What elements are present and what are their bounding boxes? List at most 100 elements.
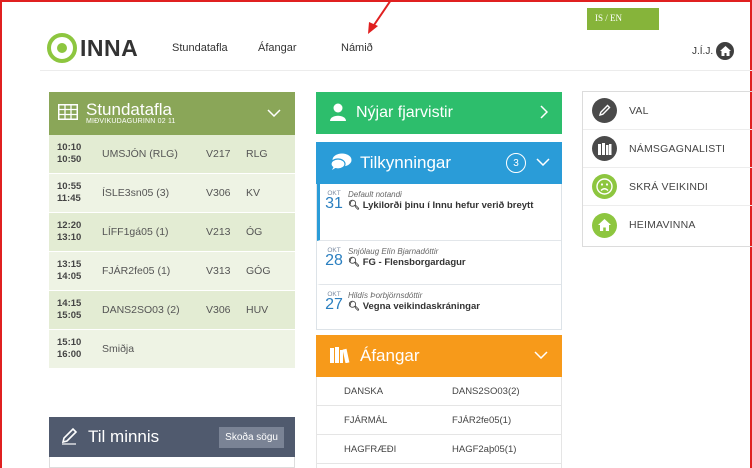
teacher: RLG bbox=[246, 148, 268, 160]
announcement-item[interactable]: OKT 28 Snjólaug Elín Bjarnadóttir 🔍︎ FG -… bbox=[317, 241, 561, 285]
schedule-row[interactable]: 10:10 10:50 UMSJÓN (RLG) V217 RLG bbox=[49, 135, 295, 174]
end-time: 14:05 bbox=[57, 271, 82, 282]
start-time: 14:15 bbox=[57, 298, 82, 309]
inna-logo[interactable]: INNA bbox=[47, 33, 138, 63]
reminder-body[interactable] bbox=[49, 457, 295, 468]
quick-link-label: NÁMSGAGNALISTI bbox=[629, 142, 726, 155]
nav-namid[interactable]: Námið bbox=[341, 42, 373, 54]
end-time: 13:10 bbox=[57, 232, 82, 243]
chevron-down-icon[interactable] bbox=[536, 157, 550, 169]
reminder-title: Til minnis bbox=[88, 427, 160, 446]
announcement-author: Default notandi bbox=[348, 190, 402, 199]
schedule-date: MIÐVIKUDAGURINN 02 11 bbox=[86, 118, 176, 125]
chevron-down-icon[interactable] bbox=[267, 108, 281, 120]
announcement-author: Hildís Þorbjörnsdóttir bbox=[348, 291, 423, 300]
announcement-item[interactable]: OKT 31 Default notandi 🔍︎ Lykilorði þinu … bbox=[317, 184, 561, 241]
quick-link-namsgagnalisti[interactable]: NÁMSGAGNALISTI bbox=[583, 130, 752, 168]
quick-link-label: HEIMAVINNA bbox=[629, 219, 696, 231]
course-name: LÍFF1gá05 (1) bbox=[102, 226, 169, 238]
schedule-row[interactable]: 13:15 14:05 FJÁR2fe05 (1) V313 GÓG bbox=[49, 252, 295, 291]
home-icon bbox=[592, 212, 617, 238]
view-history-button[interactable]: Skoða sögu bbox=[219, 426, 284, 448]
start-time: 13:15 bbox=[57, 259, 82, 270]
course-name: FJÁR2fe05 (1) bbox=[102, 265, 171, 277]
absence-title: Nýjar fjarvistir bbox=[356, 104, 453, 121]
room: V306 bbox=[206, 187, 231, 199]
announcements-title: Tilkynningar bbox=[360, 153, 452, 172]
nav-afangar[interactable]: Áfangar bbox=[258, 42, 297, 54]
course-name: DANS2SO03 (2) bbox=[102, 304, 180, 316]
home-icon[interactable] bbox=[716, 42, 735, 60]
user-menu[interactable]: J.Í.J. bbox=[692, 42, 735, 60]
books-icon bbox=[330, 346, 350, 366]
schedule-panel: Stundatafla MIÐVIKUDAGURINN 02 11 10:10 1… bbox=[49, 92, 295, 408]
search-icon: 🔍︎ bbox=[348, 301, 361, 312]
end-time: 16:00 bbox=[57, 349, 82, 360]
schedule-header[interactable]: Stundatafla MIÐVIKUDAGURINN 02 11 bbox=[49, 92, 295, 135]
course-subject: DANSKA bbox=[344, 385, 384, 397]
logo-text: INNA bbox=[80, 34, 139, 61]
person-icon bbox=[330, 103, 346, 124]
quick-link-label: VAL bbox=[629, 104, 649, 117]
start-time: 15:10 bbox=[57, 337, 82, 348]
quick-link-label: SKRÁ VEIKINDI bbox=[629, 180, 709, 193]
language-toggle[interactable]: IS / EN bbox=[587, 8, 659, 30]
room: V213 bbox=[206, 226, 231, 238]
announcements-count-badge: 3 bbox=[506, 153, 526, 173]
schedule-row[interactable]: 10:55 11:45 ÍSLE3sn05 (3) V306 KV bbox=[49, 174, 295, 213]
course-row[interactable]: DANSKA DANS2SO03(2) bbox=[317, 377, 561, 406]
course-subject: FJÁRMÁL bbox=[344, 414, 388, 426]
course-code: HAGF2aþ05(1) bbox=[452, 443, 517, 455]
teacher: KV bbox=[246, 187, 261, 199]
room: V306 bbox=[206, 304, 231, 316]
announcement-day: 31 bbox=[325, 195, 343, 212]
start-time: 10:10 bbox=[57, 142, 82, 153]
books-icon bbox=[592, 136, 617, 161]
course-code: DANS2SO03(2) bbox=[452, 385, 520, 397]
grid-icon bbox=[58, 104, 78, 123]
quick-link-heimavinna[interactable]: HEIMAVINNA bbox=[583, 206, 752, 244]
schedule-row[interactable]: 12:20 13:10 LÍFF1gá05 (1) V213 ÓG bbox=[49, 213, 295, 252]
announcement-day: 27 bbox=[325, 296, 343, 313]
announcements-list: OKT 31 Default notandi 🔍︎ Lykilorði þinu … bbox=[316, 184, 562, 330]
schedule-title: Stundatafla bbox=[86, 100, 173, 119]
course-code: FJÁR2fe05(1) bbox=[452, 414, 512, 426]
start-time: 12:20 bbox=[57, 220, 82, 231]
announcements-header[interactable]: Tilkynningar 3 bbox=[316, 142, 562, 184]
end-time: 15:05 bbox=[57, 310, 82, 321]
end-time: 11:45 bbox=[57, 193, 81, 204]
sad-face-icon bbox=[592, 174, 617, 199]
announcement-author: Snjólaug Elín Bjarnadóttir bbox=[348, 247, 439, 256]
announcement-subject: Vegna veikindaskráningar bbox=[362, 301, 480, 312]
announcement-day: 28 bbox=[325, 252, 343, 269]
start-time: 10:55 bbox=[57, 181, 82, 192]
reminder-header: Til minnis Skoða sögu bbox=[49, 417, 295, 457]
search-icon: 🔍︎ bbox=[348, 200, 361, 211]
nav-stundatafla[interactable]: Stundatafla bbox=[172, 42, 228, 54]
logo-ring-icon bbox=[47, 33, 77, 63]
pencil-icon bbox=[592, 98, 617, 123]
announcement-item[interactable]: OKT 27 Hildís Þorbjörnsdóttir 🔍︎ Vegna ve… bbox=[317, 285, 561, 329]
schedule-row[interactable]: 14:15 15:05 DANS2SO03 (2) V306 HUV bbox=[49, 291, 295, 330]
header-divider bbox=[40, 70, 752, 71]
quick-link-val[interactable]: VAL bbox=[583, 92, 752, 130]
quick-link-skra-veikindi[interactable]: SKRÁ VEIKINDI bbox=[583, 168, 752, 206]
course-subject: HAGFRÆÐI bbox=[344, 443, 397, 455]
teacher: GÓG bbox=[246, 265, 271, 277]
chevron-down-icon[interactable] bbox=[534, 350, 548, 362]
room: V313 bbox=[206, 265, 231, 277]
course-name: Smiðja bbox=[102, 343, 135, 355]
course-name: UMSJÓN (RLG) bbox=[102, 148, 178, 160]
absence-panel[interactable]: Nýjar fjarvistir bbox=[316, 92, 562, 134]
search-icon: 🔍︎ bbox=[348, 257, 361, 268]
courses-title: Áfangar bbox=[360, 346, 420, 365]
course-row[interactable]: HAGFRÆÐI HAGF2aþ05(1) bbox=[317, 435, 561, 464]
chevron-right-icon[interactable] bbox=[540, 104, 549, 122]
announcement-subject: FG - Flensborgardagur bbox=[362, 257, 466, 268]
teacher: HUV bbox=[246, 304, 269, 316]
quick-links-panel: VAL NÁMSGAGNALISTI SKRÁ VEIKINDI HEIMAVI… bbox=[582, 91, 752, 247]
schedule-row[interactable]: 15:10 16:00 Smiðja bbox=[49, 330, 295, 369]
courses-header[interactable]: Áfangar bbox=[316, 335, 562, 377]
course-name: ÍSLE3sn05 (3) bbox=[102, 187, 170, 199]
course-row[interactable]: FJÁRMÁL FJÁR2fe05(1) bbox=[317, 406, 561, 435]
